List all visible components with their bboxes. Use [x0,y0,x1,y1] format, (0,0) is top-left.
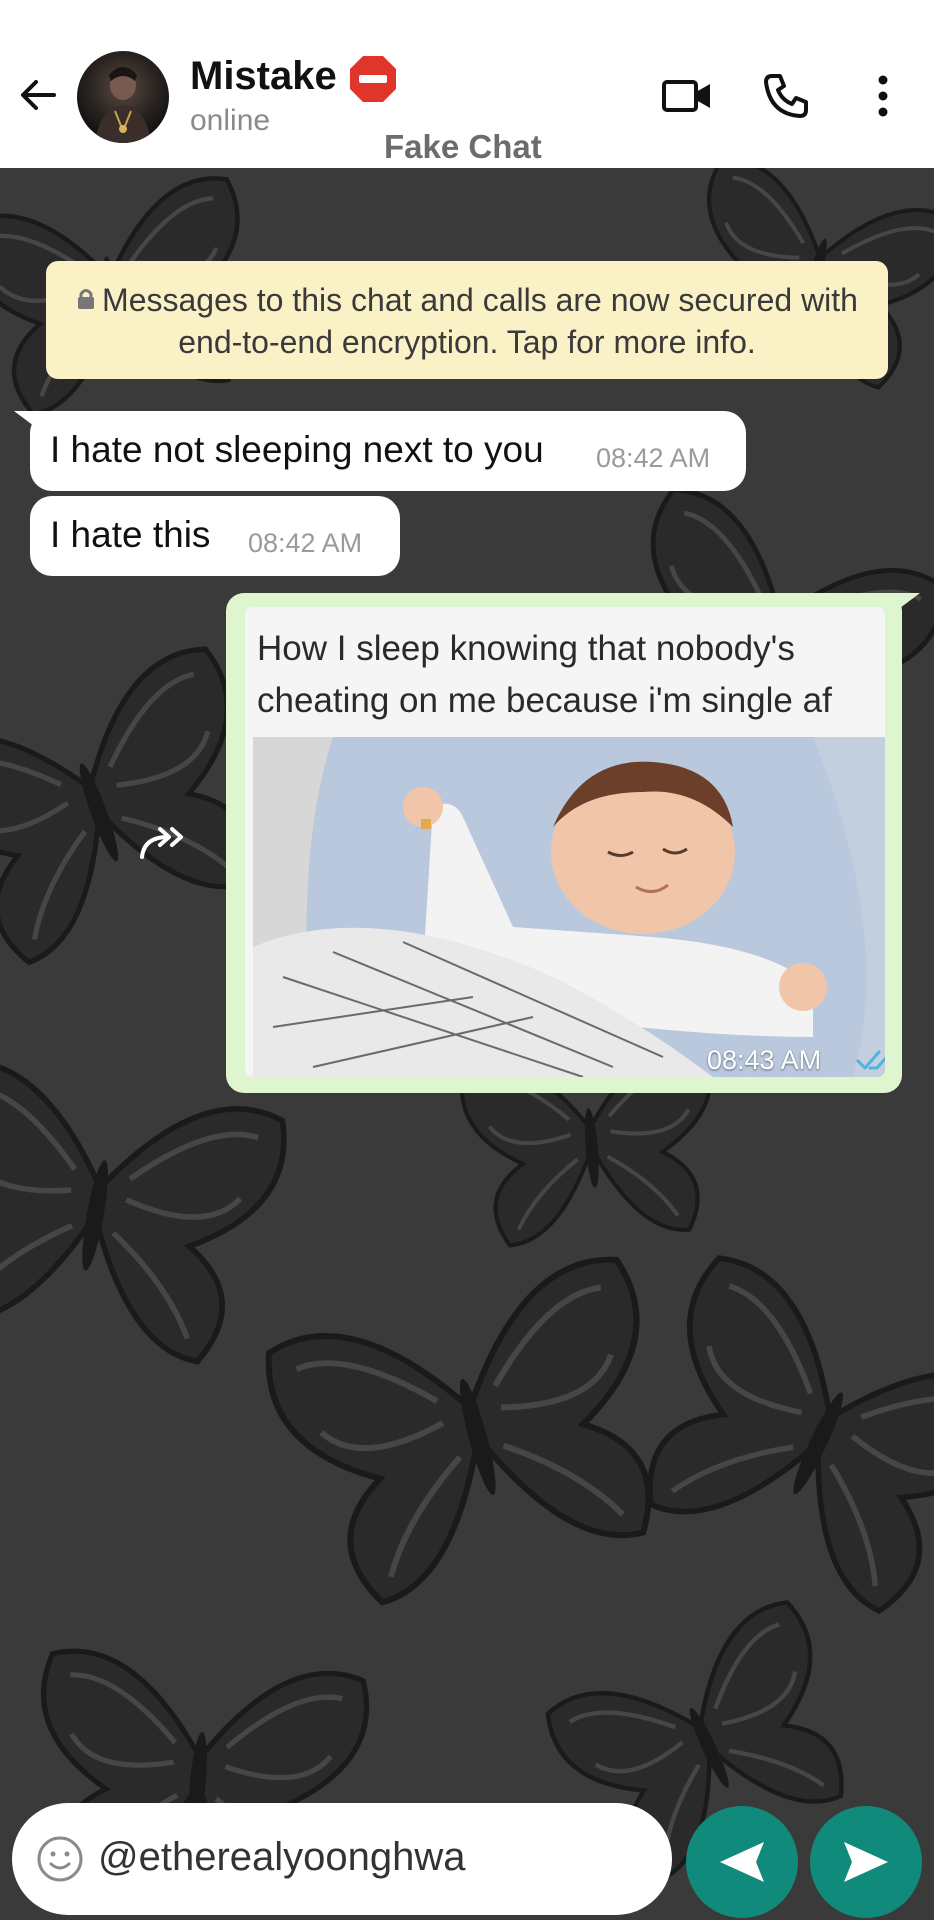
incoming-message[interactable]: I hate not sleeping next to you 08:42 AM [30,411,746,491]
stop-sign-emoji [350,56,396,102]
message-time: 08:43 AM [707,1045,822,1075]
message-time: 08:42 AM [596,443,711,473]
double-check-icon [856,1050,885,1070]
message-text: I hate not sleeping next to you [50,429,544,470]
meme-image[interactable]: How I sleep knowing that nobody's cheati… [245,607,885,1077]
emoji-icon[interactable] [36,1835,84,1883]
forward-icon[interactable] [138,823,190,863]
app-watermark-label: Fake Chat [384,128,542,165]
video-call-icon[interactable] [659,68,715,124]
chat-header: Mistake online Fake Chat [0,0,934,168]
back-arrow-icon[interactable] [14,70,64,120]
message-time: 08:42 AM [248,528,363,558]
incoming-message[interactable]: I hate this 08:42 AM [30,496,400,576]
avatar[interactable] [77,51,169,143]
received-side-button[interactable] [686,1806,798,1918]
send-icon [844,1842,888,1882]
meme-caption: How I sleep knowing that nobody's cheati… [257,629,832,720]
left-arrow-icon [720,1842,764,1882]
message-composer[interactable]: @etherealyoonghwa [12,1803,672,1915]
phone-icon[interactable] [758,68,814,124]
message-text: I hate this [50,514,211,555]
presence-status: online [190,104,271,137]
send-button[interactable] [810,1806,922,1918]
more-options-icon[interactable] [855,68,911,124]
encryption-notice[interactable]: Messages to this chat and calls are now … [46,261,888,379]
sleeping-baby-photo [253,737,885,1077]
encryption-notice-text: Messages to this chat and calls are now … [102,282,858,360]
message-input[interactable]: @etherealyoonghwa [98,1835,466,1880]
outgoing-image-message[interactable]: How I sleep knowing that nobody's cheati… [226,593,902,1093]
chat-area[interactable]: Messages to this chat and calls are now … [0,168,934,1920]
contact-name[interactable]: Mistake [190,54,337,99]
lock-icon [78,289,95,309]
